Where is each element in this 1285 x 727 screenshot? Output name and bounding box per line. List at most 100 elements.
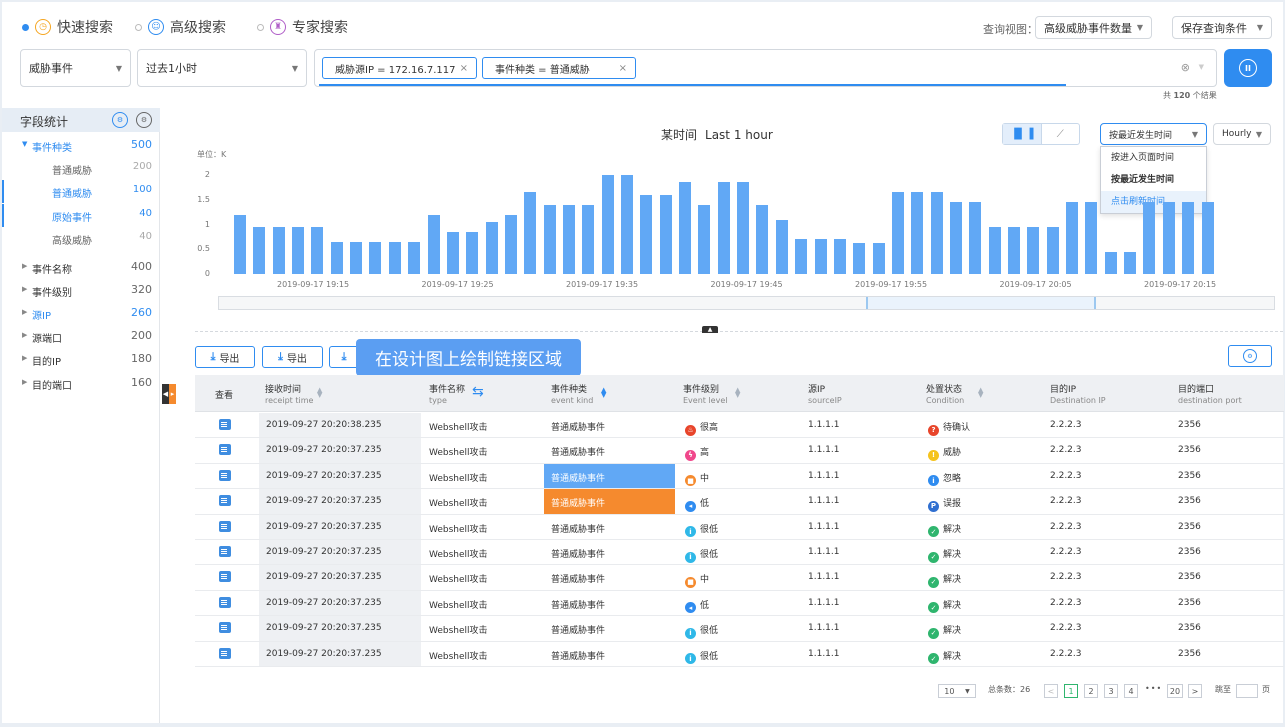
chart-bar[interactable] (775, 219, 788, 274)
chart-bar[interactable] (930, 192, 943, 274)
chart-bar[interactable] (446, 231, 459, 274)
chart-bar[interactable] (1201, 202, 1214, 274)
close-icon[interactable]: × (460, 63, 468, 74)
sidebar-item[interactable]: ▼ 事件种类 500 (2, 134, 160, 157)
chart-bar[interactable] (524, 192, 537, 274)
sidebar-item[interactable]: ▶ 源IP 260 (2, 302, 160, 325)
chart-type-toggle[interactable]: ▐▌▐ ⟋ (1002, 123, 1080, 145)
table-row[interactable]: 2019-09-27 20:20:37.235 Webshell攻击 普通威胁事件 1… (195, 463, 1284, 490)
chart-zoom-scrollbar[interactable] (218, 296, 1275, 310)
export-button[interactable]: ⤓ 导出 (195, 346, 255, 368)
chart-bar[interactable] (466, 231, 479, 274)
page-size-select[interactable]: 10 ▼ (938, 684, 976, 698)
sidebar-item[interactable]: ▶ 事件名称 400 (2, 256, 160, 279)
chart-bar[interactable] (504, 214, 517, 274)
chart-bar[interactable] (988, 226, 1001, 274)
sidebar-item[interactable]: 原始事件 40 (2, 204, 160, 227)
table-row[interactable]: 2019-09-27 20:20:37.235 Webshell攻击 普通威胁事件 1… (195, 590, 1284, 617)
view-detail-icon[interactable] (219, 495, 231, 507)
page-button[interactable]: 4 (1124, 684, 1138, 698)
column-header[interactable]: 接收时间 receipt time ▲ ▼ (265, 382, 322, 405)
sort-option[interactable]: 按最近发生时间 (1101, 169, 1206, 191)
view-detail-icon[interactable] (219, 520, 231, 532)
chart-bar[interactable] (543, 204, 556, 274)
table-row[interactable]: 2019-09-27 20:20:38.235 Webshell攻击 普通威胁事件 1… (195, 413, 1284, 439)
view-detail-icon[interactable] (219, 469, 231, 481)
chart-bar[interactable] (562, 204, 575, 274)
table-row[interactable]: 2019-09-27 20:20:37.235 Webshell攻击 普通威胁事件 1… (195, 514, 1284, 540)
chart-bar[interactable] (582, 204, 595, 274)
chart-bar[interactable] (427, 214, 440, 274)
export-button[interactable]: ⤓ 导出 (262, 346, 323, 368)
line-chart-icon[interactable]: ⟋ (1042, 124, 1080, 144)
chart-bar[interactable] (969, 202, 982, 274)
save-query-select[interactable]: 保存查询条件 ▼ (1172, 16, 1272, 39)
sidebar-item[interactable]: 普通威胁 200 (2, 157, 160, 180)
zoom-window[interactable] (866, 297, 1096, 309)
bar-chart-icon[interactable]: ▐▌▐ (1003, 124, 1042, 144)
category-select[interactable]: 威胁事件 ▼ (20, 49, 131, 87)
sidebar-item[interactable]: 普通威胁 100 (2, 180, 160, 203)
chart-bar[interactable] (485, 222, 498, 274)
table-settings-button[interactable]: ⚙ (1228, 345, 1272, 367)
chart-bar[interactable] (350, 241, 363, 274)
chart-bar[interactable] (601, 175, 614, 274)
chart-bar[interactable] (833, 239, 846, 274)
chart-bar[interactable] (814, 239, 827, 274)
collapse-handle[interactable]: ▲ (702, 326, 718, 333)
chart-bar[interactable] (679, 182, 692, 274)
view-detail-icon[interactable] (219, 444, 231, 456)
table-row[interactable]: 2019-09-27 20:20:37.235 Webshell攻击 普通威胁事件 1… (195, 489, 1284, 515)
table-row[interactable]: 2019-09-27 20:20:37.235 Webshell攻击 普通威胁事件 1… (195, 641, 1284, 667)
interval-select[interactable]: Hourly ▼ (1213, 123, 1271, 145)
gear-icon[interactable]: ⚙ (136, 112, 152, 128)
chart-bar[interactable] (911, 192, 924, 274)
mode-advanced-search[interactable]: ☺ 高级搜索 (135, 17, 226, 37)
sort-select[interactable]: 按最近发生时间 ▼ (1100, 123, 1207, 145)
chevron-left-icon[interactable]: ◀ (162, 384, 169, 404)
column-header[interactable]: 目的端口 destination port (1178, 382, 1242, 405)
sort-icon[interactable]: ▲ ▼ (317, 387, 322, 399)
sort-icon[interactable]: ▲ ▼ (978, 387, 983, 399)
chevron-right-icon[interactable]: ▸ (169, 384, 176, 404)
chart-bar[interactable] (1162, 202, 1175, 274)
filter-tag[interactable]: 事件种类 = 普通威胁 × (482, 57, 636, 79)
sort-icon[interactable]: ▲ ▼ (601, 387, 606, 399)
sort-icon[interactable]: ▲ ▼ (735, 387, 740, 399)
goto-page-input[interactable] (1236, 684, 1258, 698)
query-view-select[interactable]: 高级威胁事件数量 ▼ (1035, 16, 1152, 39)
page-button[interactable]: 2 (1084, 684, 1098, 698)
chart-bar[interactable] (1182, 202, 1195, 274)
chart-bar[interactable] (659, 194, 672, 274)
clear-icon[interactable]: ⊗ (1181, 61, 1190, 74)
close-icon[interactable]: × (619, 63, 627, 74)
column-header[interactable]: 事件名称 type (429, 382, 465, 405)
column-header[interactable]: 处置状态 Condition ▲ ▼ (926, 382, 983, 405)
column-header[interactable]: 事件级别 Event level ▲ ▼ (683, 382, 740, 405)
chart-bar[interactable] (1008, 226, 1020, 274)
view-detail-icon[interactable] (219, 596, 231, 608)
chart-bar[interactable] (698, 204, 711, 274)
chart-bar[interactable] (756, 204, 769, 274)
download-button[interactable]: ⤓ (329, 346, 359, 368)
table-row[interactable]: 2019-09-27 20:20:37.235 Webshell攻击 普通威胁事件 1… (195, 540, 1284, 566)
time-range-select[interactable]: 过去1小时 ▼ (137, 49, 307, 87)
chart-bar[interactable] (1027, 226, 1040, 274)
chart-bar[interactable] (234, 214, 246, 274)
view-detail-icon[interactable] (219, 419, 231, 430)
view-detail-icon[interactable] (219, 647, 231, 659)
chart-bar[interactable] (388, 241, 401, 274)
sidebar-item[interactable]: 高级威胁 40 (2, 227, 160, 250)
page-button[interactable]: 3 (1104, 684, 1118, 698)
chart-bar[interactable] (1143, 202, 1156, 274)
chart-bar[interactable] (640, 194, 653, 274)
chart-bar[interactable] (1124, 251, 1137, 274)
sort-option[interactable]: 按进入页面时间 (1101, 147, 1206, 169)
filter-tag-input[interactable]: 威胁源IP = 172.16.7.117 × 事件种类 = 普通威胁 × ⊗ ▼ (314, 49, 1217, 87)
chart-bar[interactable] (330, 241, 343, 274)
chart-bar[interactable] (1066, 202, 1079, 274)
view-detail-icon[interactable] (219, 571, 231, 583)
next-page-button[interactable]: > (1188, 684, 1202, 698)
prev-page-button[interactable]: < (1044, 684, 1058, 698)
pause-button[interactable]: II (1224, 49, 1272, 87)
